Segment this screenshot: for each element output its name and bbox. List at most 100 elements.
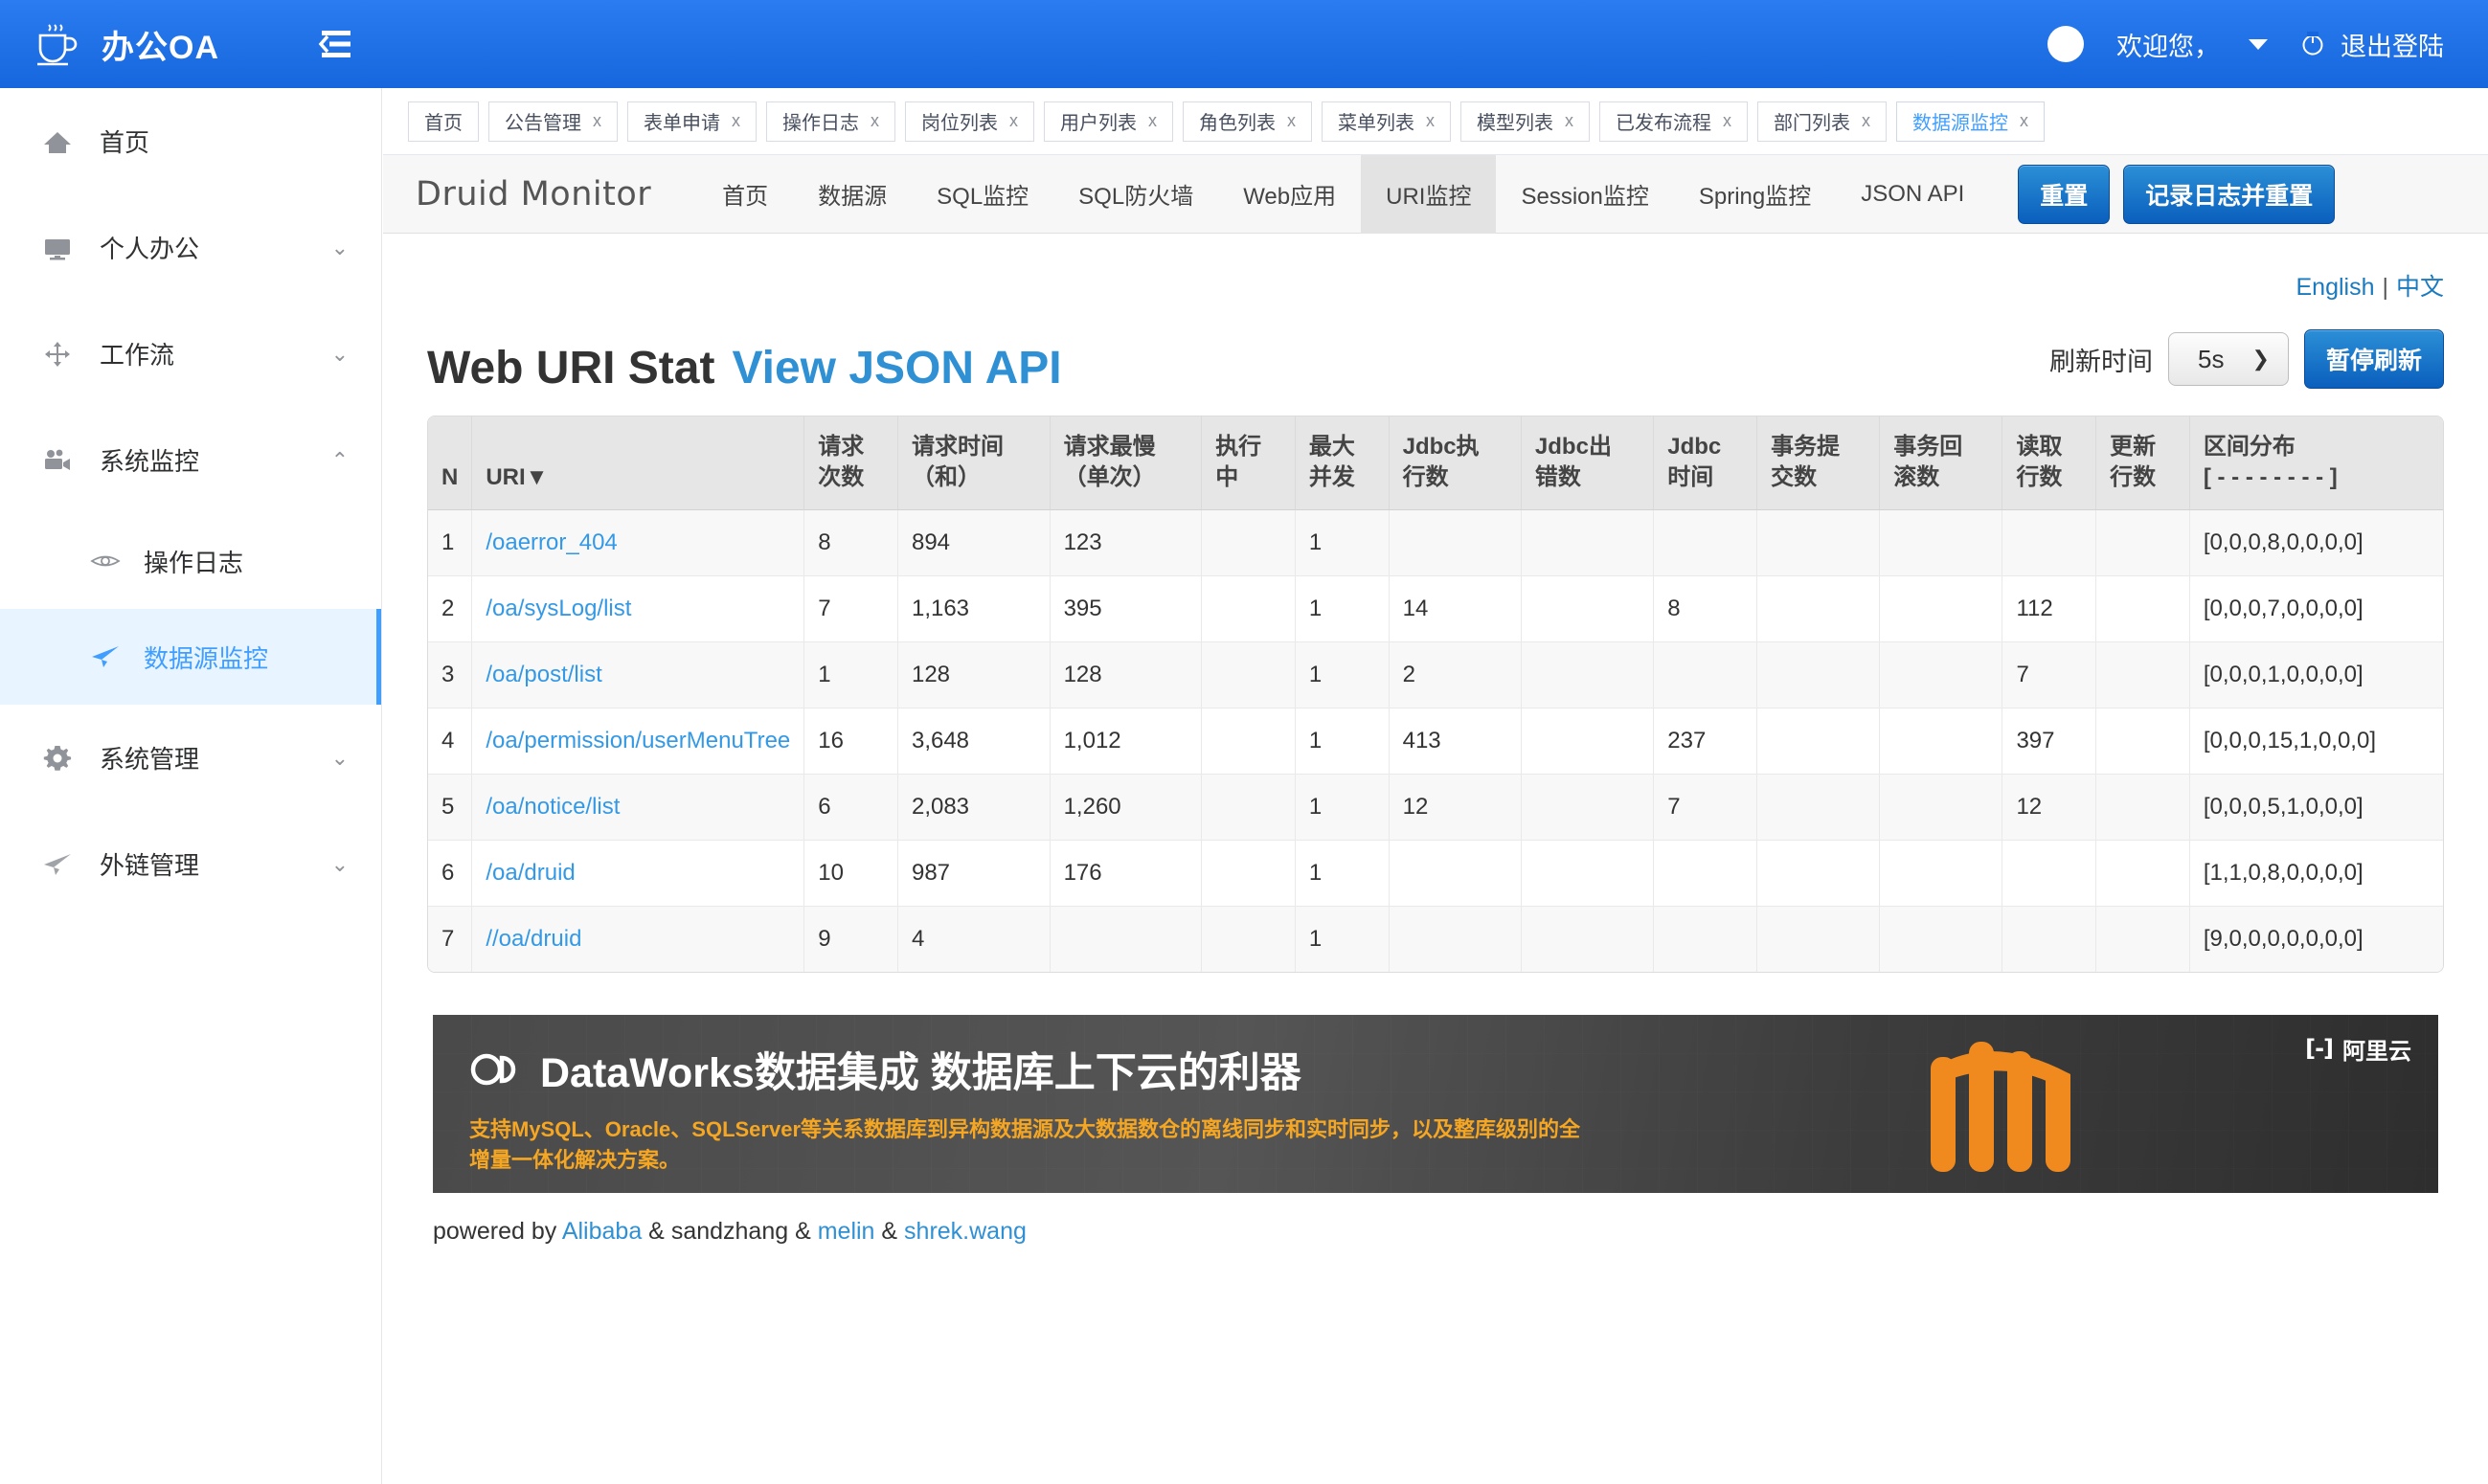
close-icon[interactable]: x [1862, 111, 1870, 131]
table-column-header[interactable]: 请求时间 （和） [897, 416, 1051, 510]
brand-area[interactable]: 办公OA [0, 20, 287, 68]
close-icon[interactable]: x [1009, 111, 1018, 131]
reset-button[interactable]: 重置 [2018, 164, 2111, 224]
pause-refresh-button[interactable]: 暂停刷新 [2303, 329, 2444, 389]
table-cell-tx-rollback [1880, 641, 2003, 708]
lang-english-link[interactable]: English [2296, 274, 2374, 301]
refresh-interval-select[interactable]: 5s10s20s30s60s [2167, 332, 2289, 386]
table-cell-histogram: [0,0,0,8,0,0,0,0] [2189, 510, 2443, 576]
hamburger-menu-icon[interactable] [318, 29, 354, 59]
druid-nav-link[interactable]: URI监控 [1361, 155, 1497, 234]
close-icon[interactable]: x [1723, 111, 1731, 131]
tab-chip[interactable]: 部门列表 x [1757, 101, 1887, 142]
table-cell-jdbc-exec [1390, 906, 1522, 972]
log-and-reset-button[interactable]: 记录日志并重置 [2123, 164, 2336, 224]
tab-chip[interactable]: 用户列表 x [1044, 101, 1173, 142]
tab-chip[interactable]: 模型列表 x [1460, 101, 1590, 142]
druid-nav-link[interactable]: JSON API [1836, 155, 1989, 234]
close-icon[interactable]: x [1287, 111, 1296, 131]
table-column-header[interactable]: 更新 行数 [2096, 416, 2190, 510]
sidebar-item-datasource-monitor[interactable]: 数据源监控 [0, 609, 381, 705]
druid-nav-link[interactable]: SQL防火墙 [1053, 155, 1218, 234]
uri-link[interactable]: /oaerror_404 [486, 529, 617, 555]
druid-nav-link[interactable]: Web应用 [1218, 155, 1361, 234]
table-column-header[interactable]: Jdbc出 错数 [1521, 416, 1655, 510]
druid-nav-link[interactable]: 首页 [697, 155, 793, 234]
uri-link[interactable]: /oa/permission/userMenuTree [486, 728, 790, 753]
table-cell-n: 7 [428, 906, 473, 972]
tab-chip[interactable]: 首页 [408, 101, 479, 142]
druid-nav-link[interactable]: Spring监控 [1674, 155, 1836, 234]
avatar[interactable] [2047, 26, 2084, 62]
table-head: N URI▼ 请求 次数 请求时间 （和） 请求最慢 （单次） 执行 中最大 并发 Jdbc… [428, 416, 2443, 510]
user-menu[interactable]: 欢迎您， [2116, 26, 2268, 63]
uri-link[interactable]: //oa/druid [486, 926, 581, 952]
table-row: 3/oa/post/list 1 128 128 1 2 7 [0,0,0,1,0,0,0,0… [428, 641, 2443, 708]
druid-nav-link[interactable]: 数据源 [793, 155, 912, 234]
uri-link[interactable]: /oa/notice/list [486, 794, 620, 820]
footer-text: & [642, 1217, 671, 1245]
tab-strip: 首页 公告管理 x 表单申请 x 操作日志 x 岗位列表 x 用户列表 x 角色列表 x 菜单列表 x 模型列… [383, 88, 2488, 155]
table-column-header[interactable]: 事务提 交数 [1757, 416, 1881, 510]
table-cell-executing [1202, 575, 1296, 642]
table-cell-read-rows: 7 [2002, 641, 2097, 708]
table-cell-req-count: 9 [804, 906, 898, 972]
footer-link[interactable]: melin [818, 1218, 875, 1245]
uri-link[interactable]: /oa/sysLog/list [486, 596, 631, 621]
footer-link[interactable]: shrek.wang [904, 1218, 1027, 1245]
sidebar-item-home[interactable]: 首页 [0, 88, 381, 194]
tab-chip[interactable]: 操作日志 x [766, 101, 895, 142]
tab-chip[interactable]: 角色列表 x [1183, 101, 1312, 142]
table-column-header[interactable]: URI▼ [472, 416, 805, 510]
view-json-api-link[interactable]: View JSON API [732, 342, 1061, 394]
tab-chip[interactable]: 岗位列表 x [905, 101, 1034, 142]
tab-chip[interactable]: 表单申请 x [627, 101, 757, 142]
table-column-header[interactable]: 最大 并发 [1295, 416, 1390, 510]
close-icon[interactable]: x [2020, 111, 2028, 131]
lang-chinese-link[interactable]: 中文 [2396, 274, 2444, 301]
sidebar-item-personal-office[interactable]: 个人办公 ⌄ [0, 194, 381, 301]
footer-link[interactable]: Alibaba [562, 1218, 642, 1245]
logout-button[interactable]: 退出登陆 [2300, 26, 2444, 63]
tab-chip[interactable]: 已发布流程 x [1599, 101, 1748, 142]
table-row: 5/oa/notice/list 6 2,083 1,260 1 12 7 12 [0,0,0,… [428, 774, 2443, 841]
dataworks-banner[interactable]: DataWorks数据集成 数据库上下云的利器 支持MySQL、Oracle、S… [433, 1014, 2438, 1193]
tab-chip[interactable]: 菜单列表 x [1322, 101, 1451, 142]
table-cell-executing [1202, 509, 1296, 576]
aliyun-bracket-icon: [-] [2305, 1035, 2334, 1063]
close-icon[interactable]: x [732, 111, 740, 131]
druid-nav-link[interactable]: Session监控 [1496, 155, 1673, 234]
banner-headline: DataWorks数据集成 数据库上下云的利器 [540, 1049, 1301, 1096]
tab-label: 菜单列表 [1338, 113, 1414, 134]
table-column-header[interactable]: 区间分布 [ - - - - - - - - ] [2189, 416, 2443, 510]
table-column-header[interactable]: 执行 中 [1202, 416, 1296, 510]
table-column-header[interactable]: 请求最慢 （单次） [1050, 416, 1203, 510]
table-column-header[interactable]: Jdbc执 行数 [1389, 416, 1522, 510]
tab-chip[interactable]: 公告管理 x [488, 101, 618, 142]
tab-chip[interactable]: 数据源监控 x [1896, 101, 2045, 142]
table-column-header[interactable]: 读取 行数 [2002, 416, 2097, 510]
table-column-header[interactable]: N [428, 416, 473, 510]
close-icon[interactable]: x [593, 111, 601, 131]
sidebar-item-system-monitor[interactable]: 系统监控 ⌃ [0, 407, 381, 513]
table-cell-histogram: [0,0,0,1,0,0,0,0] [2189, 642, 2443, 708]
close-icon[interactable]: x [1426, 111, 1435, 131]
table-cell-jdbc-error [1521, 641, 1655, 708]
sidebar-item-system-management[interactable]: 系统管理 ⌄ [0, 705, 381, 811]
table-cell-read-rows [2002, 840, 2097, 907]
aliyun-label: 阿里云 [2342, 1038, 2411, 1065]
table-cell-max-concurrent: 1 [1295, 774, 1390, 841]
table-column-header[interactable]: 事务回 滚数 [1880, 416, 2003, 510]
close-icon[interactable]: x [1148, 111, 1157, 131]
druid-nav-link[interactable]: SQL监控 [912, 155, 1053, 234]
table-column-header[interactable]: Jdbc 时间 [1654, 416, 1758, 510]
table-column-header[interactable]: 请求 次数 [804, 416, 898, 510]
table-cell-jdbc-error [1521, 840, 1655, 907]
sidebar-item-operation-log[interactable]: 操作日志 [0, 513, 381, 609]
uri-link[interactable]: /oa/druid [486, 860, 575, 886]
close-icon[interactable]: x [1565, 111, 1573, 131]
close-icon[interactable]: x [871, 111, 879, 131]
uri-link[interactable]: /oa/post/list [486, 662, 601, 687]
sidebar-item-workflow[interactable]: 工作流 ⌄ [0, 301, 381, 407]
sidebar-item-external-link-management[interactable]: 外链管理 ⌄ [0, 811, 381, 917]
